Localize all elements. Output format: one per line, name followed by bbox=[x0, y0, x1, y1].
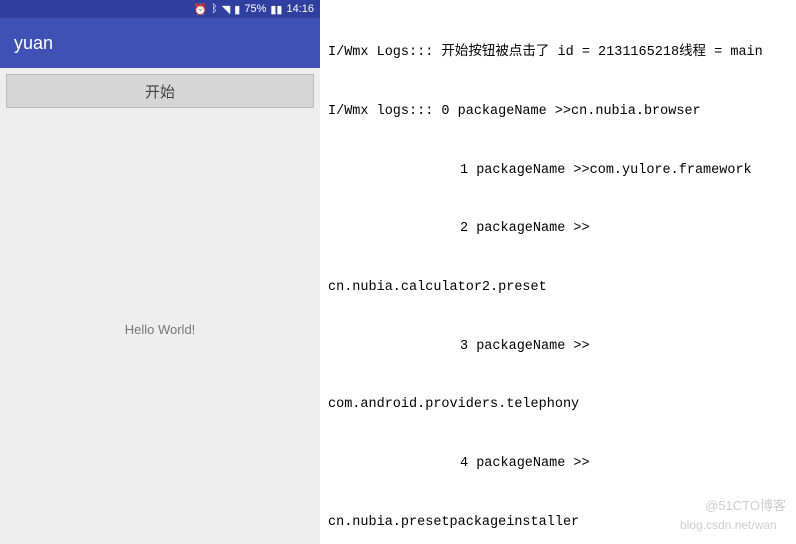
log-line: I/Wmx logs::: 0 packageName >>cn.nubia.b… bbox=[328, 102, 788, 122]
watermark: @51CTO博客 bbox=[705, 497, 786, 516]
status-bar: ⏰ ᛒ ◥ ▮ 75% ▮▮ 14:16 bbox=[0, 0, 320, 18]
alarm-icon: ⏰ bbox=[193, 3, 207, 16]
start-button[interactable]: 开始 bbox=[6, 74, 314, 108]
watermark: blog.csdn.net/wan bbox=[680, 517, 777, 534]
app-title: yuan bbox=[14, 33, 53, 54]
root: ⏰ ᛒ ◥ ▮ 75% ▮▮ 14:16 yuan 开始 Hello World… bbox=[0, 0, 796, 544]
battery-percent: 75% bbox=[244, 3, 266, 15]
hello-world-label: Hello World! bbox=[125, 322, 196, 337]
battery-icon: ▮▮ bbox=[270, 3, 282, 16]
log-line: 2 packageName >> bbox=[328, 219, 788, 239]
clock-time: 14:16 bbox=[286, 3, 314, 15]
bluetooth-icon: ᛒ bbox=[211, 3, 218, 15]
log-line: cn.nubia.calculator2.preset bbox=[328, 278, 788, 298]
log-line: com.android.providers.telephony bbox=[328, 395, 788, 415]
log-line: 4 packageName >> bbox=[328, 454, 788, 474]
log-line: 1 packageName >>com.yulore.framework bbox=[328, 161, 788, 181]
log-line: I/Wmx Logs::: 开始按钮被点击了 id = 2131165218线程… bbox=[328, 43, 788, 63]
log-pane: I/Wmx Logs::: 开始按钮被点击了 id = 2131165218线程… bbox=[320, 0, 796, 544]
button-area: 开始 bbox=[0, 68, 320, 114]
app-bar: yuan bbox=[0, 18, 320, 68]
content-area: Hello World! bbox=[0, 114, 320, 544]
wifi-icon: ◥ bbox=[222, 3, 230, 16]
log-line: 3 packageName >> bbox=[328, 337, 788, 357]
signal-icon: ▮ bbox=[234, 3, 240, 16]
phone-screen: ⏰ ᛒ ◥ ▮ 75% ▮▮ 14:16 yuan 开始 Hello World… bbox=[0, 0, 320, 544]
